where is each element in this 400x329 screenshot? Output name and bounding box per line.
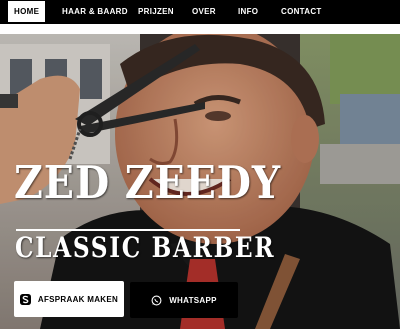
book-appointment-button[interactable]: AFSPRAAK MAKEN — [14, 281, 124, 317]
whatsapp-icon — [151, 295, 162, 305]
book-appointment-label: AFSPRAAK MAKEN — [37, 294, 119, 304]
nav-item-home[interactable]: HOME — [8, 1, 46, 22]
main-nav: HOME HAAR & BAARD PRIJZEN OVER INFO CONT… — [0, 0, 400, 24]
hero-title: ZED ZEEDY — [14, 156, 282, 209]
nav-item-haar-baard[interactable]: HAAR & BAARD — [62, 0, 128, 24]
hero-subtitle: CLASSIC BARBER — [15, 231, 276, 264]
nav-item-over[interactable]: OVER — [192, 0, 216, 24]
nav-item-contact[interactable]: CONTACT — [281, 0, 322, 24]
whatsapp-label: WHATSAPP — [169, 295, 217, 305]
page: HOME HAAR & BAARD PRIJZEN OVER INFO CONT… — [0, 0, 400, 329]
setmore-icon — [19, 293, 31, 305]
nav-spacer — [0, 24, 400, 34]
nav-item-info[interactable]: INFO — [238, 0, 258, 24]
whatsapp-button[interactable]: WHATSAPP — [130, 282, 238, 318]
nav-item-prijzen[interactable]: PRIJZEN — [138, 0, 174, 24]
